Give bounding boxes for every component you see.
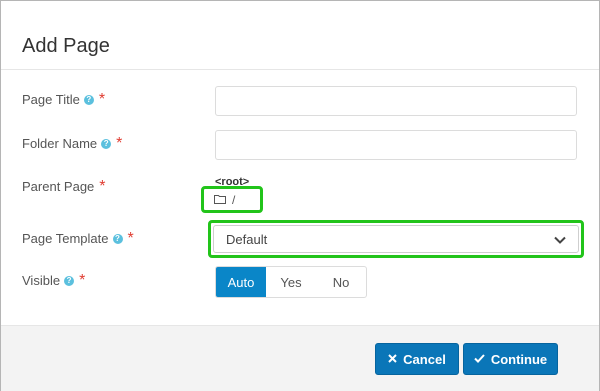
dialog-header: Add Page <box>1 1 599 70</box>
visible-option-auto[interactable]: Auto <box>216 267 266 297</box>
page-title-label: Page Title <box>22 92 80 107</box>
continue-label: Continue <box>490 351 548 367</box>
dialog-footer: Cancel Continue <box>1 325 599 391</box>
check-icon <box>474 352 485 366</box>
add-page-dialog: Add Page Page Title ? * Folder Name ? * … <box>0 0 600 391</box>
required-icon: * <box>99 177 106 195</box>
visible-toggle-group: Auto Yes No <box>215 266 367 298</box>
page-template-label-group: Page Template ? * <box>22 229 134 247</box>
folder-name-label-group: Folder Name ? * <box>22 134 123 152</box>
dialog-title: Add Page <box>22 35 110 57</box>
help-icon[interactable]: ? <box>83 94 94 105</box>
folder-path: / <box>232 192 236 207</box>
parent-page-label-group: Parent Page * <box>22 177 106 195</box>
visible-label: Visible <box>22 273 61 288</box>
visible-option-yes[interactable]: Yes <box>266 267 316 297</box>
visible-option-no[interactable]: No <box>316 267 366 297</box>
continue-button[interactable]: Continue <box>463 343 558 375</box>
folder-name-field[interactable] <box>215 130 577 160</box>
required-icon: * <box>98 90 106 108</box>
folder-name-label: Folder Name <box>22 136 98 151</box>
page-template-select[interactable]: Default <box>213 225 579 253</box>
parent-page-folder-selector[interactable]: / <box>201 186 263 213</box>
page-template-highlight: Default <box>208 220 584 258</box>
parent-page-label: Parent Page <box>22 179 95 194</box>
folder-name-input[interactable] <box>216 131 576 159</box>
page-title-input[interactable] <box>216 87 576 115</box>
help-icon[interactable]: ? <box>64 275 75 286</box>
required-icon: * <box>127 229 134 247</box>
page-title-field[interactable] <box>215 86 577 116</box>
cancel-label: Cancel <box>403 351 446 367</box>
page-title-label-group: Page Title ? * <box>22 90 106 108</box>
folder-icon <box>214 193 226 207</box>
page-template-value: Default <box>226 231 268 247</box>
page-template-label: Page Template <box>22 231 109 246</box>
visible-label-group: Visible ? * <box>22 271 86 289</box>
required-icon: * <box>79 271 86 289</box>
help-icon[interactable]: ? <box>101 138 112 149</box>
times-icon <box>388 352 397 366</box>
help-icon[interactable]: ? <box>112 233 123 244</box>
cancel-button[interactable]: Cancel <box>375 343 459 375</box>
required-icon: * <box>116 134 123 152</box>
chevron-down-icon <box>554 232 566 247</box>
